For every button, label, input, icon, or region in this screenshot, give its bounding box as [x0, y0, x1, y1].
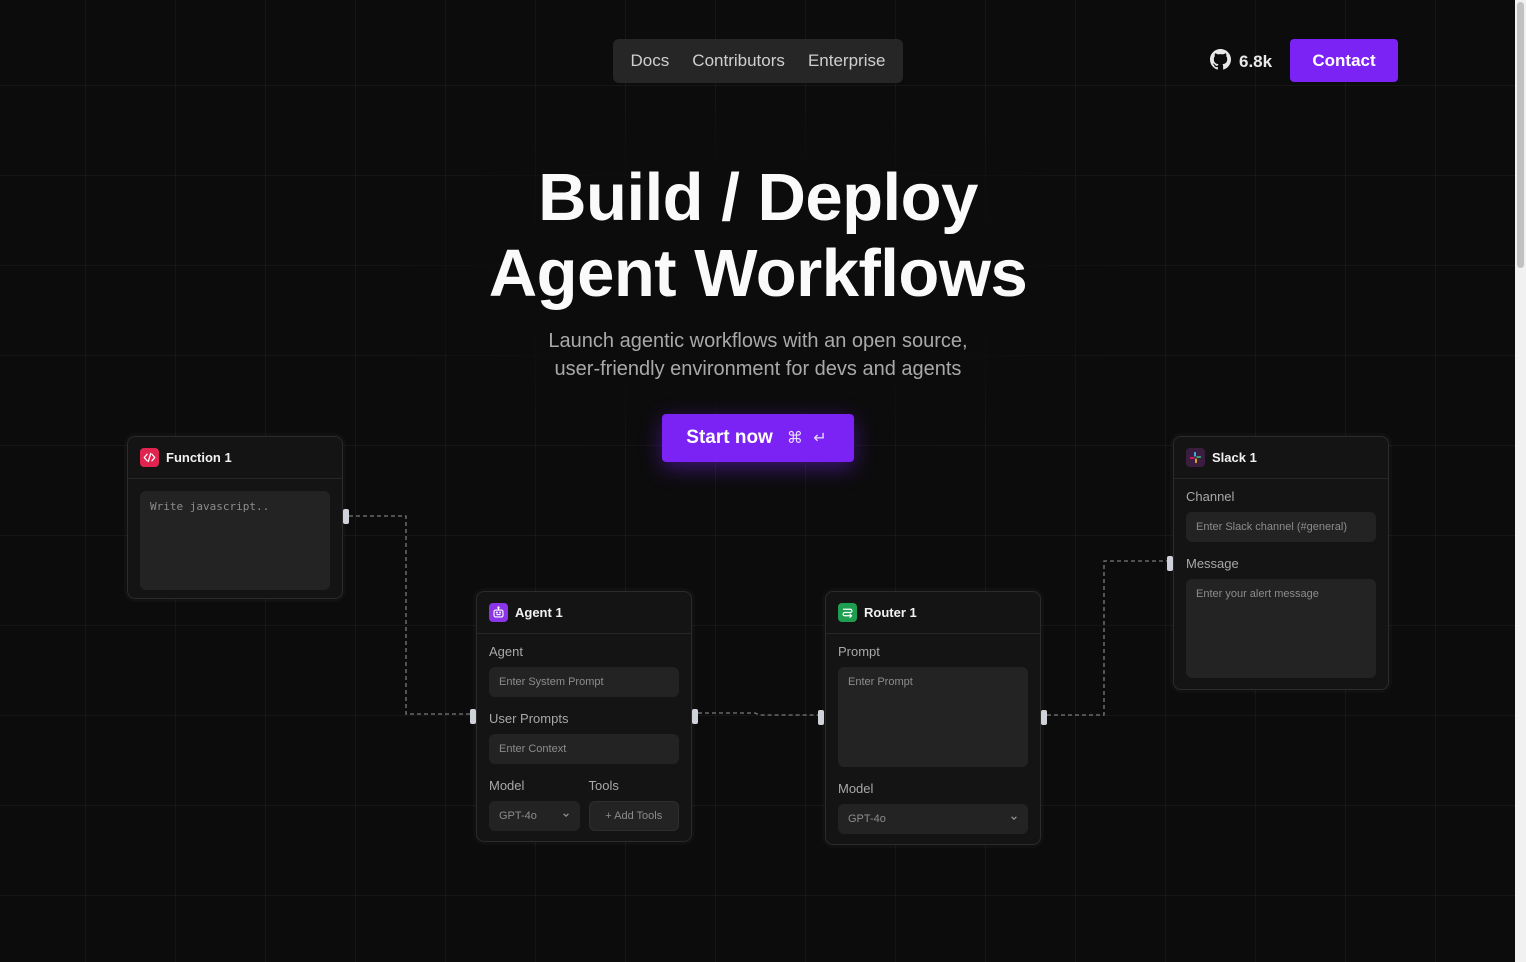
- top-nav: Docs Contributors Enterprise: [613, 39, 903, 83]
- context-input[interactable]: Enter Context: [489, 734, 679, 764]
- slack-channel-label: Channel: [1186, 489, 1235, 504]
- robot-icon: [489, 603, 508, 622]
- function-card-header: Function 1: [128, 437, 342, 479]
- agent-field-label: Agent: [489, 644, 523, 659]
- slack-input-handle[interactable]: [1167, 556, 1173, 571]
- nav-enterprise-link[interactable]: Enterprise: [802, 51, 891, 71]
- nav-docs-link[interactable]: Docs: [625, 51, 676, 71]
- start-now-button[interactable]: Start now ⌘ ↵: [662, 414, 854, 462]
- start-now-label: Start now: [686, 427, 773, 448]
- slack-channel-input[interactable]: Enter Slack channel (#general): [1186, 512, 1376, 542]
- slack-message-label: Message: [1186, 556, 1239, 571]
- agent-input-handle[interactable]: [470, 709, 476, 724]
- router-card[interactable]: Router 1 Prompt Enter Prompt Model GPT-4…: [825, 591, 1041, 845]
- github-stars-link[interactable]: 6.8k: [1210, 49, 1272, 75]
- tools-label: Tools: [588, 778, 619, 793]
- contact-button[interactable]: Contact: [1290, 39, 1398, 82]
- scrollbar-thumb[interactable]: [1517, 2, 1524, 268]
- function-card-title: Function 1: [166, 450, 232, 465]
- slack-message-input[interactable]: Enter your alert message: [1186, 579, 1376, 678]
- system-prompt-input[interactable]: Enter System Prompt: [489, 667, 679, 697]
- hero-title: Build / Deploy Agent Workflows: [400, 160, 1116, 312]
- function-card[interactable]: Function 1 Write javascript..: [127, 436, 343, 599]
- router-model-label: Model: [838, 781, 874, 796]
- wire-agent-router: [698, 712, 818, 716]
- agent-model-select[interactable]: GPT-4o: [489, 801, 580, 831]
- router-model-select[interactable]: GPT-4o: [838, 804, 1028, 834]
- slack-card-header: Slack 1: [1174, 437, 1388, 479]
- agent-card-title: Agent 1: [515, 605, 563, 620]
- nav-contributors-link[interactable]: Contributors: [686, 51, 791, 71]
- keyboard-shortcut-hint: ⌘ ↵: [786, 430, 830, 447]
- hero-title-line2: Agent Workflows: [488, 236, 1028, 311]
- agent-card-header: Agent 1: [477, 592, 691, 634]
- hero-subtitle: Launch agentic workflows with an open so…: [460, 327, 1056, 383]
- page-scrollbar[interactable]: [1515, 0, 1526, 962]
- wire-router-slack: [1047, 560, 1167, 716]
- hero-subtitle-line1: Launch agentic workflows with an open so…: [548, 330, 968, 352]
- github-icon: [1210, 49, 1231, 75]
- slack-card-title: Slack 1: [1212, 450, 1257, 465]
- hero-title-line1: Build / Deploy: [538, 160, 978, 235]
- router-card-title: Router 1: [864, 605, 917, 620]
- add-tools-button[interactable]: + Add Tools: [588, 801, 679, 831]
- router-input-handle[interactable]: [818, 710, 824, 725]
- user-prompts-label: User Prompts: [489, 711, 569, 726]
- agent-model-label: Model: [489, 778, 525, 793]
- wire-function-agent: [349, 515, 470, 715]
- code-icon: [140, 448, 159, 467]
- router-output-handle[interactable]: [1041, 710, 1047, 725]
- function-output-handle[interactable]: [343, 509, 349, 524]
- github-star-count: 6.8k: [1239, 52, 1273, 71]
- chevron-down-icon: [562, 810, 570, 822]
- router-model-value: GPT-4o: [848, 813, 886, 825]
- router-prompt-label: Prompt: [838, 644, 880, 659]
- slack-card[interactable]: Slack 1 Channel Enter Slack channel (#ge…: [1173, 436, 1389, 690]
- agent-card[interactable]: Agent 1 Agent Enter System Prompt User P…: [476, 591, 692, 842]
- agent-model-value: GPT-4o: [499, 810, 537, 822]
- route-icon: [838, 603, 857, 622]
- router-card-header: Router 1: [826, 592, 1040, 634]
- router-prompt-input[interactable]: Enter Prompt: [838, 667, 1028, 767]
- hero-subtitle-line2: user-friendly environment for devs and a…: [554, 358, 962, 380]
- slack-icon: [1186, 448, 1205, 467]
- agent-output-handle[interactable]: [692, 709, 698, 724]
- code-editor-input[interactable]: Write javascript..: [140, 491, 330, 590]
- chevron-down-icon: [1010, 813, 1018, 825]
